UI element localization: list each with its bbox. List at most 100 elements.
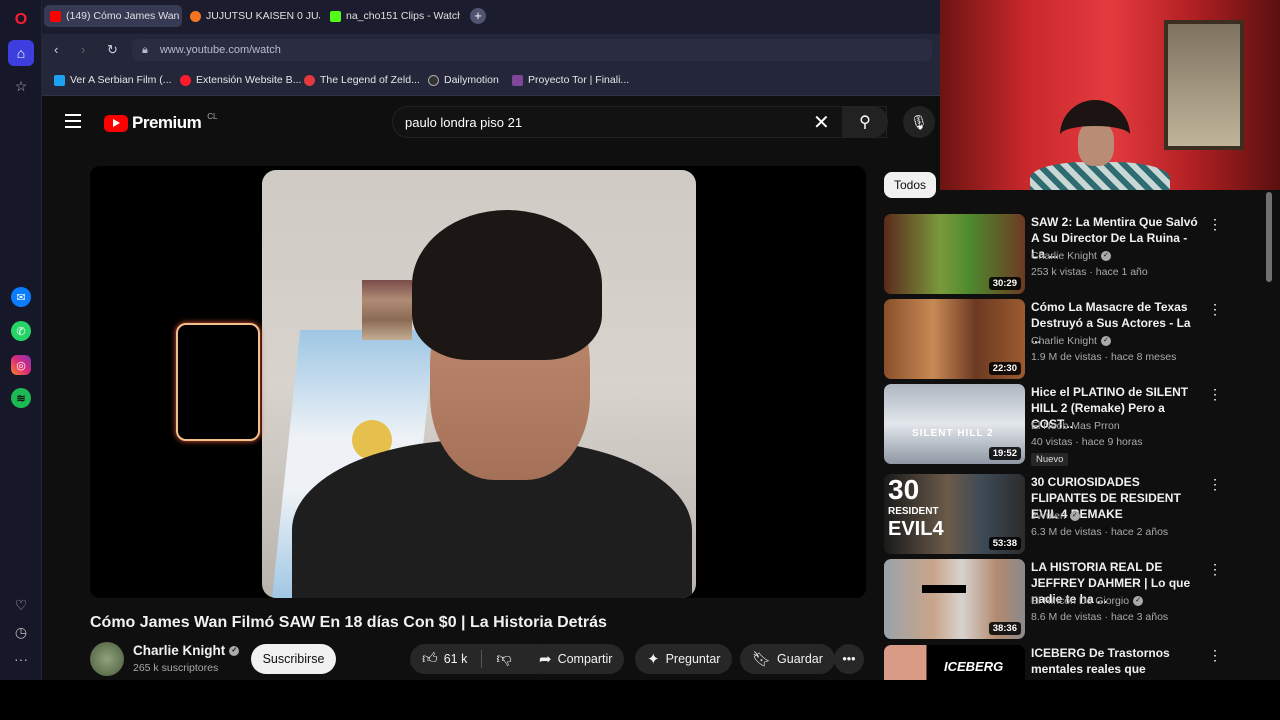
star-icon[interactable]: ☆ — [9, 74, 33, 98]
recommendation-item[interactable]: 30 RESIDENT EVIL4 53:38 30 CURIOSIDADES … — [884, 474, 1229, 554]
recommendation-meta: 253 k vistas · hace 1 año — [1031, 266, 1148, 278]
video-title: Cómo James Wan Filmó SAW En 18 días Con … — [90, 614, 607, 631]
bookmark-item[interactable]: Dailymotion — [428, 74, 499, 86]
filter-chip-all[interactable]: Todos — [884, 172, 936, 198]
search-button[interactable]: ⚲ — [842, 106, 888, 138]
channel-text: JWulen — [1031, 510, 1066, 522]
back-icon[interactable]: ‹ — [54, 42, 58, 57]
heart-icon[interactable]: ♡ — [9, 593, 33, 617]
recommendation-meta: 1.9 M de vistas · hace 8 meses — [1031, 351, 1177, 363]
bookmark-item[interactable]: Proyecto Tor | Finali... — [512, 74, 629, 86]
subscriber-count: 265 k suscriptores — [133, 662, 219, 674]
recommendation-title[interactable]: ICEBERG De Trastornos mentales reales qu… — [1031, 645, 1203, 680]
verified-icon: ✓ — [229, 645, 240, 656]
duration-badge: 38:36 — [988, 622, 1021, 635]
more-icon[interactable]: ··· — [9, 647, 33, 671]
tab-label: (149) Cómo James Wan Fi — [66, 10, 182, 22]
bottom-bar — [0, 680, 1280, 720]
bookmark-favicon-icon — [180, 74, 191, 86]
bookmark-favicon-icon — [428, 74, 439, 86]
recommendation-channel[interactable]: El Noob Mas Prron — [1031, 420, 1120, 432]
more-vertical-icon[interactable]: ⋮ — [1208, 386, 1222, 403]
bookmark-item[interactable]: Extensión Website B... — [180, 74, 301, 86]
like-icon[interactable]: 👍︎ — [422, 650, 438, 668]
verified-icon: ✓ — [1100, 251, 1111, 261]
tab-label: JUJUTSU KAISEN 0 JUJUTS — [206, 10, 320, 22]
more-vertical-icon[interactable]: ⋮ — [1208, 216, 1222, 233]
thumbnail-text: EVIL4 — [888, 518, 944, 540]
recommendation-channel[interactable]: JWulen ✓ — [1031, 510, 1080, 522]
dislike-icon[interactable]: 👎︎ — [496, 650, 511, 668]
home-icon[interactable]: ⌂ — [8, 40, 34, 66]
scrollbar[interactable] — [1266, 192, 1272, 282]
recommendation-channel[interactable]: El Rincón De Giorgio ✓ — [1031, 595, 1144, 607]
channel-avatar[interactable] — [90, 642, 124, 676]
more-vertical-icon[interactable]: ⋮ — [1208, 647, 1222, 664]
more-horizontal-icon: ••• — [842, 652, 856, 666]
forward-icon[interactable]: › — [81, 42, 85, 57]
recommendation-item[interactable]: 38:36 LA HISTORIA REAL DE JEFFREY DAHMER… — [884, 559, 1229, 639]
recommendation-channel[interactable]: Charlie Knight ✓ — [1031, 335, 1111, 347]
address-row: ‹ › ↻ 🔒︎ www.youtube.com/watch — [42, 34, 942, 66]
like-count[interactable]: 61 k — [444, 652, 468, 666]
voice-search-button[interactable]: 🎙︎ — [903, 106, 935, 138]
divider — [481, 650, 483, 668]
instagram-icon[interactable]: ◎ — [11, 355, 31, 375]
bookmark-item[interactable]: The Legend of Zeld... — [304, 74, 420, 86]
share-label: Compartir — [557, 652, 613, 666]
censor-bar — [922, 585, 966, 593]
logo-text: Premium — [132, 113, 202, 132]
video-thumbnail[interactable]: 30 RESIDENT EVIL4 53:38 — [884, 474, 1025, 554]
subscribe-button[interactable]: Suscribirse — [251, 644, 336, 674]
webcam-overlay — [940, 0, 1280, 190]
recommendation-item[interactable]: ICEBERG ICEBERG De Trastornos mentales r… — [884, 645, 1229, 680]
channel-name[interactable]: Charlie Knight ✓ — [133, 643, 240, 658]
whatsapp-icon[interactable]: ✆ — [11, 321, 31, 341]
duration-badge: 30:29 — [988, 277, 1021, 290]
history-icon[interactable]: ◷ — [9, 620, 33, 644]
recommendation-item[interactable]: SILENT HILL 2 19:52 Hice el PLATINO de S… — [884, 384, 1229, 466]
kick-favicon-icon — [330, 10, 341, 22]
video-thumbnail[interactable]: SILENT HILL 2 19:52 — [884, 384, 1025, 464]
youtube-logo[interactable]: Premium CL — [104, 112, 217, 133]
ask-button[interactable]: ✦ Preguntar — [635, 644, 733, 674]
bookmark-label: Proyecto Tor | Finali... — [528, 74, 630, 86]
new-tab-button[interactable]: + — [470, 8, 486, 24]
messenger-icon[interactable]: ✉ — [11, 287, 31, 307]
share-icon: ➦ — [539, 651, 552, 668]
phone-screen-overlay — [176, 323, 260, 441]
video-thumbnail[interactable]: 38:36 — [884, 559, 1025, 639]
new-badge: Nuevo — [1031, 453, 1069, 466]
more-actions-button[interactable]: ••• — [834, 644, 864, 674]
bookmark-label: The Legend of Zeld... — [320, 74, 420, 86]
recommendation-item[interactable]: 22:30 Cómo La Masacre de Texas Destruyó … — [884, 299, 1229, 379]
video-thumbnail[interactable]: 22:30 — [884, 299, 1025, 379]
channel-name-text: Charlie Knight — [133, 643, 226, 658]
video-player[interactable] — [90, 166, 866, 598]
reload-icon[interactable]: ↻ — [107, 42, 118, 58]
recommendation-channel[interactable]: Charlie Knight ✓ — [1031, 250, 1111, 262]
youtube-favicon-icon — [50, 10, 61, 22]
bookmark-item[interactable]: Ver A Serbian Film (... — [54, 74, 172, 86]
opera-logo-icon[interactable]: O — [9, 8, 33, 32]
bookmark-favicon-icon — [512, 74, 523, 86]
spotify-icon[interactable]: ≋ — [11, 388, 31, 408]
browser-tab[interactable]: na_cho151 Clips - Watch L — [324, 5, 460, 27]
lock-icon: 🔒︎ — [142, 43, 148, 56]
more-vertical-icon[interactable]: ⋮ — [1208, 561, 1222, 578]
save-button[interactable]: 🔖︎ Guardar — [740, 644, 835, 674]
video-thumbnail[interactable]: ICEBERG — [884, 645, 1025, 680]
menu-icon[interactable] — [65, 114, 81, 128]
mic-icon: 🎙︎ — [910, 113, 928, 130]
share-button[interactable]: ➦ Compartir — [527, 644, 625, 674]
recommendation-meta: 8.6 M de vistas · hace 3 años — [1031, 611, 1169, 623]
clear-search-icon[interactable]: ✕ — [813, 110, 830, 135]
more-vertical-icon[interactable]: ⋮ — [1208, 476, 1222, 493]
more-vertical-icon[interactable]: ⋮ — [1208, 301, 1222, 318]
tab-bar: (149) Cómo James Wan Fi JUJUTSU KAISEN 0… — [42, 0, 942, 34]
video-thumbnail[interactable]: 30:29 — [884, 214, 1025, 294]
browser-tab[interactable]: (149) Cómo James Wan Fi — [44, 5, 182, 27]
recommendation-item[interactable]: 30:29 SAW 2: La Mentira Que Salvó A Su D… — [884, 214, 1229, 294]
browser-tab[interactable]: JUJUTSU KAISEN 0 JUJUTS — [184, 5, 320, 27]
address-bar[interactable]: 🔒︎ www.youtube.com/watch — [132, 39, 932, 61]
